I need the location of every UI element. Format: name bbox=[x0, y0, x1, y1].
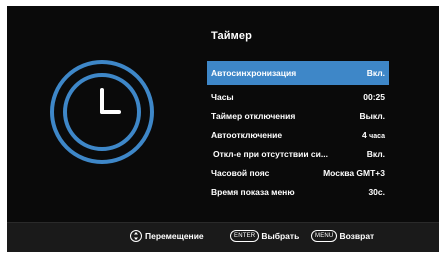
menu-item-auto-off[interactable]: Автоотключение 4 часа bbox=[207, 125, 389, 144]
menu-item-autosync[interactable]: Автосинхронизация Вкл. bbox=[207, 61, 389, 85]
menu-item-value: 4 часа bbox=[362, 130, 385, 140]
hint-enter: ENTER Выбрать bbox=[230, 230, 299, 242]
hint-navigate-label: Перемещение bbox=[145, 231, 204, 241]
menu-item-label: Автоотключение bbox=[211, 129, 283, 140]
enter-key-icon: ENTER bbox=[230, 230, 260, 242]
hint-menu-label: Возврат bbox=[339, 231, 375, 241]
menu-item-label: Автосинхронизация bbox=[211, 68, 297, 78]
hint-enter-label: Выбрать bbox=[261, 231, 300, 241]
menu-item-label: Откл-е при отсутствии си... bbox=[213, 148, 328, 159]
clock-icon bbox=[50, 60, 154, 164]
menu-item-sleep-timer[interactable]: Таймер отключения Выкл. bbox=[207, 106, 389, 125]
dpad-icon bbox=[130, 230, 142, 242]
footer-hint-bar: Перемещение ENTER Выбрать MENU Возврат bbox=[7, 222, 439, 252]
menu-item-label: Таймер отключения bbox=[211, 110, 296, 121]
menu-item-value: Вкл. bbox=[366, 68, 385, 78]
menu-item-value: Вкл. bbox=[366, 148, 385, 159]
menu-item-value: 30с. bbox=[368, 186, 385, 197]
menu-item-value: Москва GMT+3 bbox=[323, 167, 385, 178]
menu-item-clock[interactable]: Часы 00:25 bbox=[207, 87, 389, 106]
menu-item-no-signal-off[interactable]: Откл-е при отсутствии си... Вкл. bbox=[207, 144, 389, 163]
menu-item-value: 00:25 bbox=[363, 91, 385, 102]
menu-item-menu-display-time[interactable]: Время показа меню 30с. bbox=[207, 182, 389, 201]
tv-screen: Таймер Автосинхронизация Вкл. Часы 00:25… bbox=[7, 6, 439, 252]
timer-settings-list: Автосинхронизация Вкл. Часы 00:25 Таймер… bbox=[207, 61, 389, 201]
menu-title: Таймер bbox=[211, 30, 252, 42]
menu-item-label: Время показа меню bbox=[211, 186, 295, 197]
menu-item-label: Часы bbox=[211, 91, 234, 102]
menu-item-timezone[interactable]: Часовой пояс Москва GMT+3 bbox=[207, 163, 389, 182]
auto-off-unit: часа bbox=[369, 132, 385, 140]
hint-menu: MENU Возврат bbox=[311, 230, 374, 242]
hint-navigate: Перемещение bbox=[130, 230, 204, 242]
menu-item-value: Выкл. bbox=[359, 110, 385, 121]
main-area: Таймер Автосинхронизация Вкл. Часы 00:25… bbox=[7, 6, 439, 222]
auto-off-hours: 4 bbox=[362, 129, 367, 140]
menu-key-icon: MENU bbox=[311, 230, 338, 242]
menu-item-label: Часовой пояс bbox=[211, 167, 270, 178]
